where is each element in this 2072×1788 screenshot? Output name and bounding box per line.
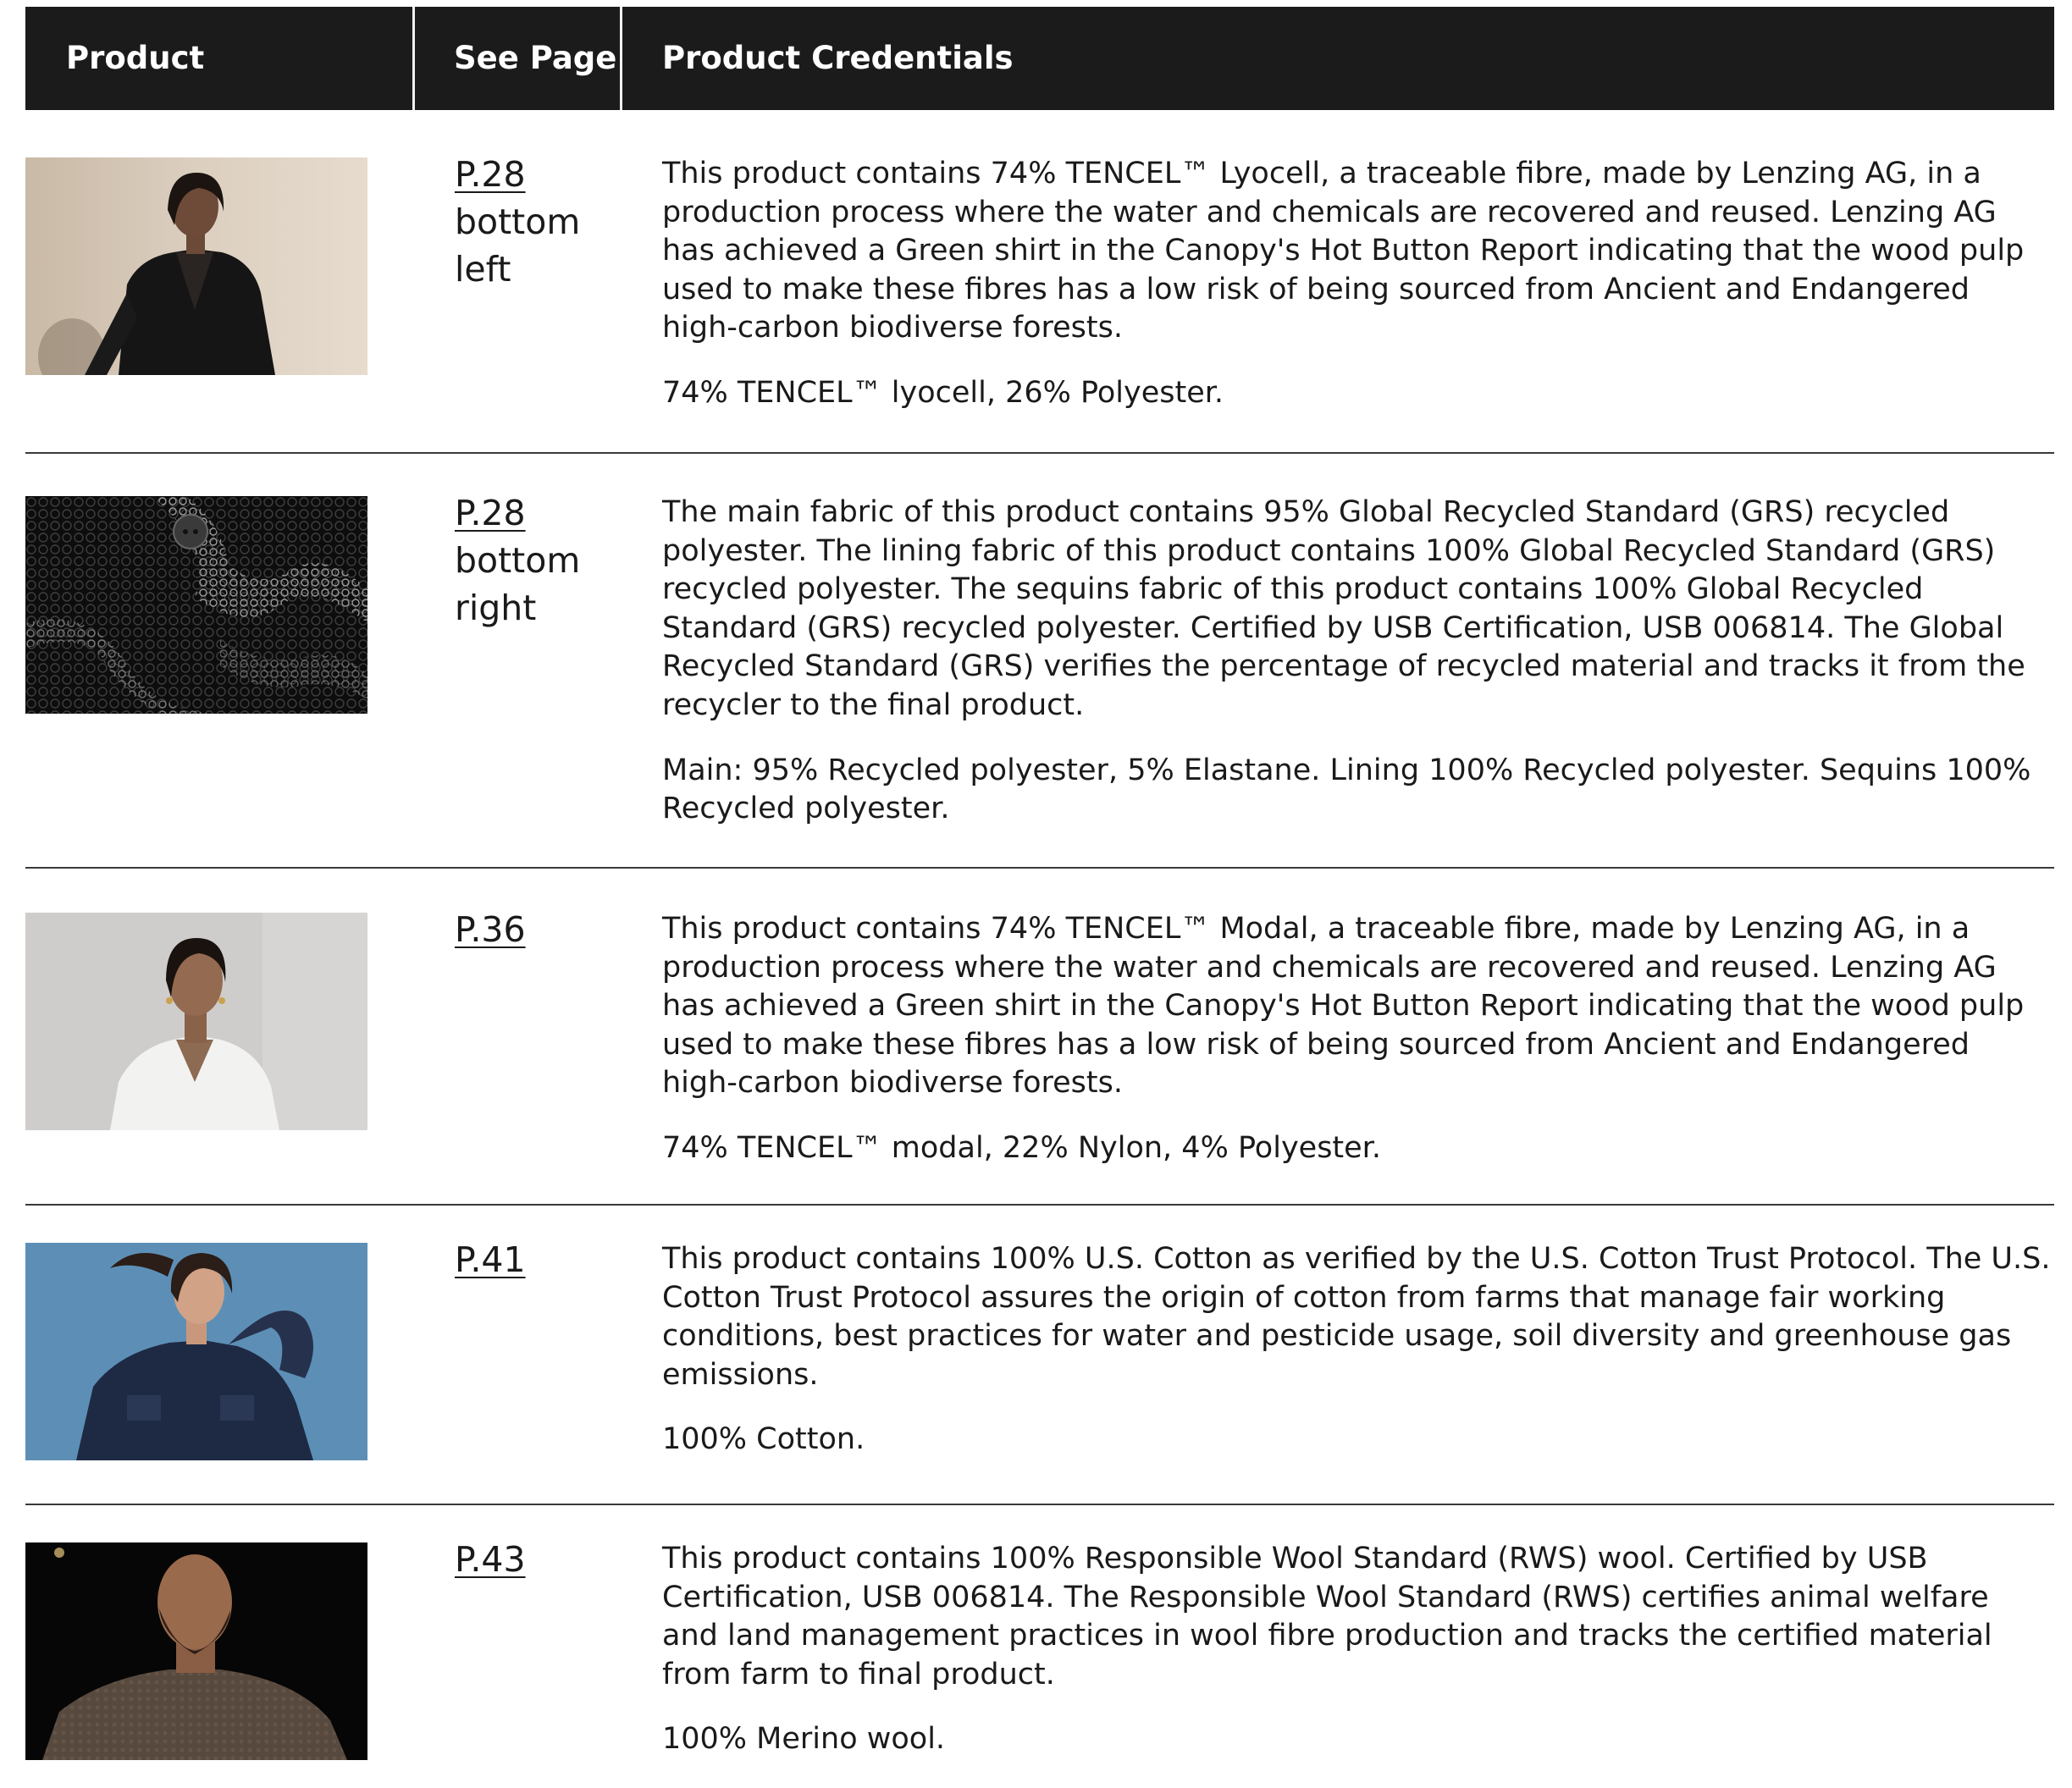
table-row: P.28 bottom right The main fabric of thi… (25, 454, 2054, 869)
see-page-cell: P.36 (455, 906, 526, 953)
fabric-composition: 74% TENCEL™ lyocell, 26% Polyester. (662, 375, 1224, 410)
header-divider (412, 7, 415, 110)
product-image-white-shirt (25, 913, 367, 1130)
credentials-cell: This product contains 74% TENCEL™ Lyocel… (662, 155, 2051, 413)
page-location: bottom left (455, 201, 581, 290)
credential-description: This product contains 74% TENCEL™ Modal,… (662, 912, 2025, 1101)
product-image-sequin-fabric (25, 496, 367, 714)
header-divider (620, 7, 622, 110)
page-location: bottom right (455, 540, 581, 628)
credentials-cell: This product contains 100% U.S. Cotton a… (662, 1240, 2051, 1460)
table-row: P.43 This product contains 100% Responsi… (25, 1505, 2054, 1788)
product-image-denim-shirt (25, 1243, 367, 1460)
see-page-cell: P.41 (455, 1236, 526, 1283)
credentials-cell: This product contains 74% TENCEL™ Modal,… (662, 910, 2051, 1168)
page-link[interactable]: P.43 (455, 1539, 526, 1580)
page-link[interactable]: P.28 (455, 493, 526, 533)
see-page-cell: P.28 bottom right (455, 489, 607, 632)
see-page-cell: P.28 bottom left (455, 151, 607, 293)
header-product: Product (66, 40, 205, 76)
product-image-knit-sweater (25, 1542, 367, 1760)
product-image-black-blazer (25, 157, 367, 375)
credential-description: The main fabric of this product contains… (662, 495, 2025, 722)
credential-description: This product contains 100% Responsible W… (662, 1542, 1992, 1691)
table-row: P.36 This product contains 74% TENCEL™ M… (25, 869, 2054, 1206)
fabric-composition: 74% TENCEL™ modal, 22% Nylon, 4% Polyest… (662, 1130, 1381, 1165)
table-header: Product See Page Product Credentials (25, 7, 2054, 110)
page-link[interactable]: P.41 (455, 1239, 526, 1280)
credentials-cell: This product contains 100% Responsible W… (662, 1540, 2051, 1759)
page-link[interactable]: P.28 (455, 154, 526, 195)
table-row: P.28 bottom left This product contains 7… (25, 110, 2054, 454)
product-credentials-table: Product See Page Product Credentials P.2… (25, 7, 2054, 1760)
header-product-credentials: Product Credentials (662, 40, 1014, 76)
fabric-composition: 100% Merino wool. (662, 1722, 946, 1757)
credential-description: This product contains 100% U.S. Cotton a… (662, 1242, 2051, 1392)
table-row: P.41 This product contains 100% U.S. Cot… (25, 1206, 2054, 1505)
credential-description: This product contains 74% TENCEL™ Lyocel… (662, 157, 2025, 345)
credentials-cell: The main fabric of this product contains… (662, 494, 2051, 829)
header-see-page: See Page (454, 40, 617, 76)
fabric-composition: 100% Cotton. (662, 1422, 865, 1457)
fabric-composition: Main: 95% Recycled polyester, 5% Elastan… (662, 753, 2031, 826)
page-link[interactable]: P.36 (455, 909, 526, 950)
see-page-cell: P.43 (455, 1536, 526, 1583)
